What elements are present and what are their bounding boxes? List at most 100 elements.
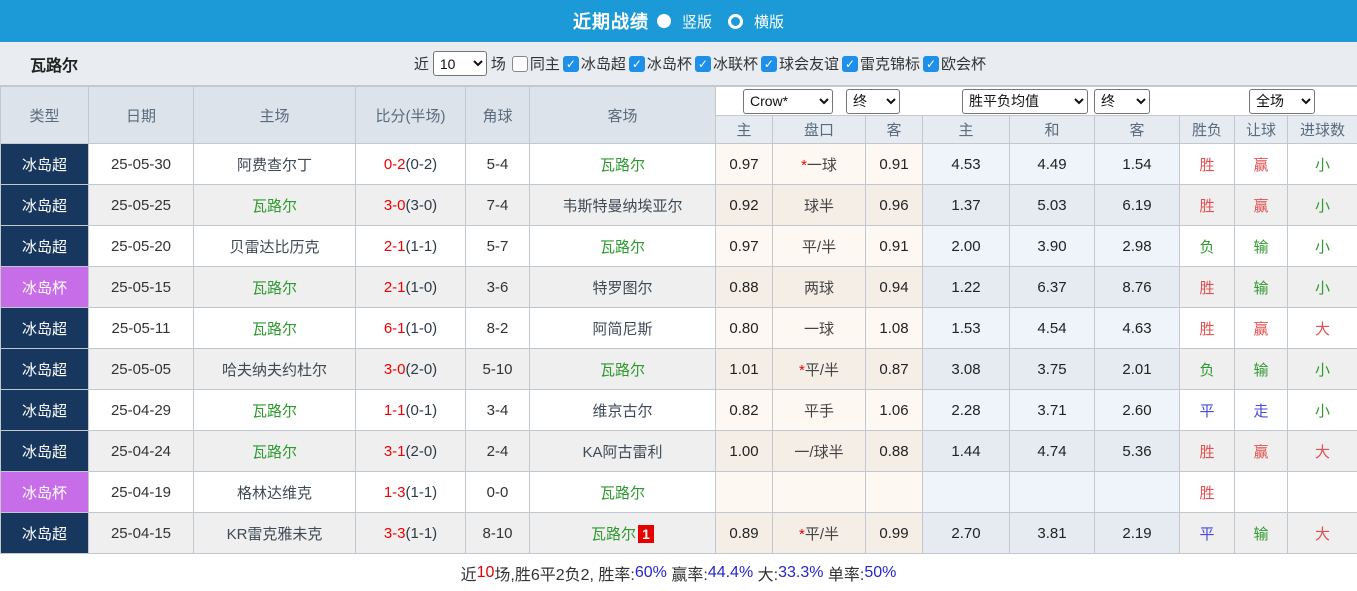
goals-result-cell: 小: [1288, 144, 1357, 185]
table-row: 冰岛超25-05-30阿费查尔丁0-2(0-2)5-4瓦路尔0.97*一球0.9…: [1, 144, 1357, 185]
home-team-name[interactable]: 瓦路尔: [252, 280, 297, 297]
type-cell: 冰岛杯: [1, 472, 89, 513]
handicap-text: 一/球半: [794, 444, 843, 461]
home-team-cell[interactable]: 贝雷达比历克: [194, 226, 356, 267]
league-checkbox[interactable]: ✓: [761, 56, 777, 72]
home-team-cell[interactable]: 瓦路尔: [194, 431, 356, 472]
home-team-cell[interactable]: 瓦路尔: [194, 267, 356, 308]
away-team-name[interactable]: 瓦路尔: [591, 526, 636, 543]
same-home-checkbox[interactable]: [512, 56, 528, 72]
same-home-filter: 同主: [512, 53, 561, 74]
radio-horizontal-icon[interactable]: [728, 14, 743, 29]
sub-header-0: 主: [716, 116, 773, 144]
away-team-name[interactable]: 瓦路尔: [600, 485, 645, 502]
home-team-cell[interactable]: 阿费查尔丁: [194, 144, 356, 185]
away-team-cell[interactable]: 阿简尼斯: [530, 308, 716, 349]
home-team-name[interactable]: 瓦路尔: [252, 444, 297, 461]
home-team-cell[interactable]: 瓦路尔: [194, 390, 356, 431]
league-filter: ✓冰联杯: [695, 53, 759, 74]
summary-segment: 近: [461, 561, 477, 585]
league-checkbox[interactable]: ✓: [695, 56, 711, 72]
away-team-name[interactable]: 特罗图尔: [592, 280, 652, 297]
average-time-select[interactable]: 终: [1094, 89, 1150, 114]
type-cell: 冰岛超: [1, 513, 89, 554]
away-team-cell[interactable]: 瓦路尔1: [530, 513, 716, 554]
home-team-name[interactable]: 贝雷达比历克: [229, 239, 319, 256]
away-team-cell[interactable]: 瓦路尔: [530, 144, 716, 185]
half-time-score: (2-0): [406, 443, 438, 460]
handicap-result-cell: 赢: [1235, 308, 1288, 349]
score-cell: 6-1(1-0): [356, 308, 466, 349]
bookmaker-select[interactable]: Crow*: [743, 89, 833, 114]
avg-away-cell: 2.98: [1095, 226, 1180, 267]
recent-count-select[interactable]: 10: [433, 51, 487, 76]
home-team-name[interactable]: 瓦路尔: [252, 403, 297, 420]
odds-controls-row: Crow* 终 胜平负均值 终 全场: [716, 87, 1357, 116]
handicap-text: 一球: [807, 157, 837, 174]
league-checkbox[interactable]: ✓: [629, 56, 645, 72]
summary-segment: 50%: [864, 564, 896, 582]
type-cell: 冰岛超: [1, 431, 89, 472]
average-type-select[interactable]: 胜平负均值: [962, 89, 1088, 114]
home-team-cell[interactable]: KR雷克雅未克: [194, 513, 356, 554]
table-row: 冰岛超25-04-15KR雷克雅未克3-3(1-1)8-10瓦路尔10.89*平…: [1, 513, 1357, 554]
home-team-cell[interactable]: 格林达维克: [194, 472, 356, 513]
away-team-name[interactable]: 阿简尼斯: [592, 321, 652, 338]
half-time-score: (1-0): [406, 279, 438, 296]
league-checkbox[interactable]: ✓: [563, 56, 579, 72]
home-team-name[interactable]: 瓦路尔: [252, 198, 297, 215]
away-team-name[interactable]: KA阿古雷利: [582, 444, 662, 461]
home-team-name[interactable]: 瓦路尔: [252, 321, 297, 338]
away-team-cell[interactable]: 特罗图尔: [530, 267, 716, 308]
avg-home-cell: 3.08: [923, 349, 1010, 390]
col-header-score: 比分(半场): [356, 87, 466, 144]
away-team-name[interactable]: 韦斯特曼纳埃亚尔: [562, 198, 682, 215]
league-checkbox[interactable]: ✓: [842, 56, 858, 72]
half-time-score: (1-1): [406, 484, 438, 501]
corner-cell: 0-0: [466, 472, 530, 513]
odds-time-select[interactable]: 终: [846, 89, 900, 114]
away-team-cell[interactable]: 瓦路尔: [530, 349, 716, 390]
radio-vertical-selected-icon[interactable]: [657, 14, 671, 28]
handicap-text: 平手: [804, 403, 834, 420]
away-team-cell[interactable]: 瓦路尔: [530, 472, 716, 513]
home-team-cell[interactable]: 瓦路尔: [194, 185, 356, 226]
away-team-cell[interactable]: 韦斯特曼纳埃亚尔: [530, 185, 716, 226]
corner-cell: 5-10: [466, 349, 530, 390]
away-team-cell[interactable]: 瓦路尔: [530, 226, 716, 267]
odds-away-cell: 0.91: [866, 226, 923, 267]
away-team-cell[interactable]: 维京古尔: [530, 390, 716, 431]
match-scope-select[interactable]: 全场: [1249, 89, 1315, 114]
result-cell: 胜: [1180, 472, 1235, 513]
radio-vertical-label[interactable]: 竖版: [682, 11, 712, 32]
handicap-result-cell: 输: [1235, 349, 1288, 390]
away-team-name[interactable]: 瓦路尔: [600, 362, 645, 379]
avg-draw-cell: 4.49: [1010, 144, 1095, 185]
sub-header-8: 进球数: [1288, 116, 1357, 144]
score-cell: 3-0(2-0): [356, 349, 466, 390]
home-team-name[interactable]: KR雷克雅未克: [227, 526, 323, 543]
home-team-name[interactable]: 阿费查尔丁: [237, 157, 312, 174]
odds-away-cell: 0.96: [866, 185, 923, 226]
avg-home-cell: 2.00: [923, 226, 1010, 267]
recent-prefix-label: 近: [414, 53, 429, 74]
home-team-name[interactable]: 哈夫纳夫约杜尔: [222, 362, 327, 379]
league-checkbox[interactable]: ✓: [923, 56, 939, 72]
summary-line: 近10场,胜6平2负2, 胜率:60% 赢率:44.4% 大:33.3% 单率:…: [0, 554, 1357, 591]
home-team-cell[interactable]: 瓦路尔: [194, 308, 356, 349]
title-bar: 近期战绩 竖版 横版: [0, 0, 1357, 42]
away-team-cell[interactable]: KA阿古雷利: [530, 431, 716, 472]
away-team-name[interactable]: 瓦路尔: [600, 239, 645, 256]
away-team-name[interactable]: 瓦路尔: [600, 157, 645, 174]
home-team-cell[interactable]: 哈夫纳夫约杜尔: [194, 349, 356, 390]
odds-away-cell: [866, 472, 923, 513]
col-header-date: 日期: [89, 87, 194, 144]
handicap-cell: *一球: [773, 144, 866, 185]
score-cell: 3-3(1-1): [356, 513, 466, 554]
away-team-name[interactable]: 维京古尔: [592, 403, 652, 420]
radio-horizontal-label[interactable]: 横版: [754, 11, 784, 32]
home-team-name[interactable]: 格林达维克: [237, 485, 312, 502]
avg-draw-cell: [1010, 472, 1095, 513]
league-filter: ✓冰岛超: [563, 53, 627, 74]
score-cell: 0-2(0-2): [356, 144, 466, 185]
